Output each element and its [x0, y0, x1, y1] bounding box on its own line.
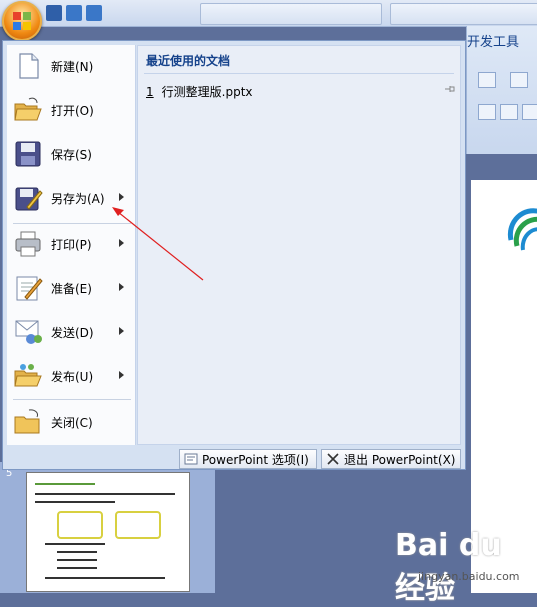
submenu-arrow-icon — [119, 371, 124, 379]
menu-item-close[interactable]: 关闭(C) — [7, 403, 135, 443]
menu-item-print[interactable]: 打印(P) — [7, 225, 135, 265]
align-center-icon[interactable] — [500, 104, 518, 120]
watermark-brand: Bai du 经验 — [395, 528, 502, 606]
logo-icon — [507, 208, 537, 251]
menu-item-send[interactable]: 发送(D) — [7, 313, 135, 353]
recent-documents-title: 最近使用的文档 — [146, 54, 231, 68]
publish-icon — [14, 364, 42, 387]
exit-powerpoint-button[interactable]: 退出 PowerPoint(X) — [321, 449, 461, 469]
menu-item-label: 新建(N) — [51, 60, 94, 74]
menu-item-new[interactable]: 新建(N) — [7, 47, 135, 87]
close-folder-icon — [14, 409, 40, 434]
submenu-arrow-icon — [119, 239, 124, 247]
options-label: PowerPoint 选项(I) — [202, 452, 309, 467]
recent-document-item[interactable]: 1 行测整理版.pptx — [146, 83, 253, 100]
recent-document-number: 1 — [146, 85, 154, 99]
open-folder-icon — [14, 97, 42, 121]
menu-item-prepare[interactable]: 准备(E) — [7, 269, 135, 309]
taskbar-window-2[interactable] — [390, 3, 537, 25]
slide-thumbnail[interactable] — [26, 472, 190, 592]
recent-document-name: 行测整理版.pptx — [161, 85, 253, 99]
submenu-arrow-icon — [119, 327, 124, 335]
bullets-icon[interactable] — [478, 72, 496, 88]
tab-developer[interactable]: 开发工具 — [467, 31, 519, 50]
close-x-icon — [327, 453, 339, 465]
taskbar-window-1[interactable] — [200, 3, 382, 25]
menu-item-save-as[interactable]: 另存为(A) — [7, 179, 135, 219]
menu-item-label: 打开(O) — [51, 104, 94, 118]
new-document-icon — [19, 53, 39, 79]
redo-icon[interactable] — [86, 5, 102, 21]
menu-item-open[interactable]: 打开(O) — [7, 91, 135, 131]
menu-item-label: 发布(U) — [51, 370, 94, 384]
menu-item-label: 发送(D) — [51, 326, 94, 340]
powerpoint-options-button[interactable]: PowerPoint 选项(I) — [179, 449, 317, 469]
title-bar — [0, 0, 537, 27]
undo-icon[interactable] — [66, 5, 82, 21]
pin-icon[interactable] — [444, 84, 456, 94]
office-menu: 新建(N) 打开(O) 保存(S) 另存为(A) 打印(P) 准备(E) 发送(… — [2, 40, 466, 470]
menu-item-label: 另存为(A) — [51, 192, 105, 206]
recent-separator — [144, 73, 454, 74]
menu-item-label: 准备(E) — [51, 282, 92, 296]
menu-item-label: 关闭(C) — [51, 416, 93, 430]
recent-documents-panel: 最近使用的文档 1 行测整理版.pptx — [137, 45, 461, 445]
menu-separator — [13, 223, 131, 224]
menu-item-label: 打印(P) — [51, 238, 92, 252]
quick-access-toolbar — [46, 3, 102, 23]
save-as-icon — [15, 187, 43, 211]
menu-item-label: 保存(S) — [51, 148, 92, 162]
numbering-icon[interactable] — [510, 72, 528, 88]
save-disk-icon — [15, 141, 41, 167]
options-icon — [184, 453, 198, 465]
align-right-icon[interactable] — [522, 104, 537, 120]
send-icon — [15, 320, 42, 344]
align-left-icon[interactable] — [478, 104, 496, 120]
submenu-arrow-icon — [119, 193, 124, 201]
exit-label: 退出 PowerPoint(X) — [344, 452, 456, 467]
office-logo-icon — [13, 12, 31, 30]
office-button[interactable] — [2, 1, 42, 41]
menu-item-save[interactable]: 保存(S) — [7, 135, 135, 175]
prepare-icon — [16, 276, 43, 301]
printer-icon — [15, 231, 41, 257]
menu-item-publish[interactable]: 发布(U) — [7, 357, 135, 397]
watermark-url: jingyan.baidu.com — [418, 570, 520, 583]
submenu-arrow-icon — [119, 283, 124, 291]
menu-separator — [13, 399, 131, 400]
save-icon[interactable] — [46, 5, 62, 21]
